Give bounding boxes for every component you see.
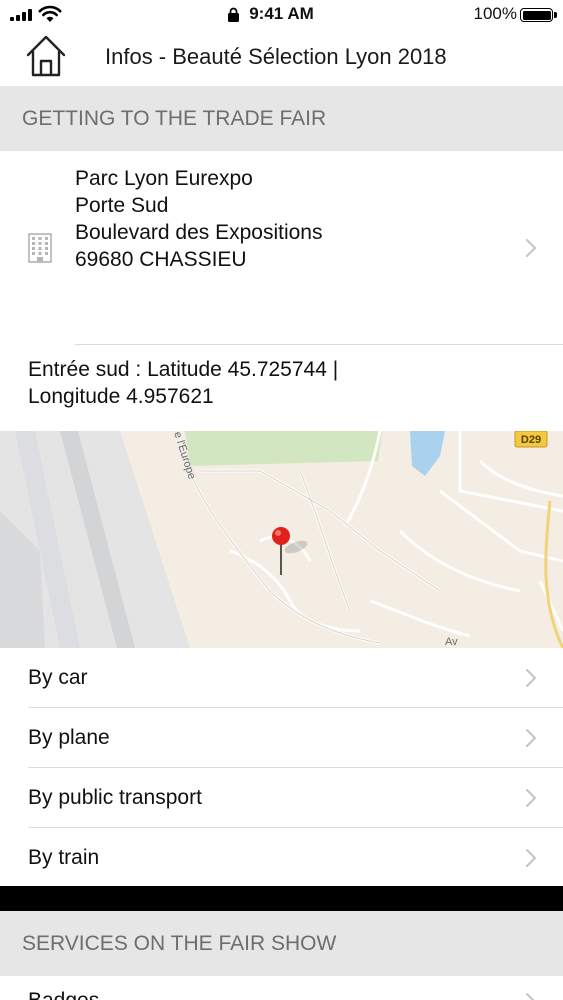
road-label-d29: D29: [521, 434, 541, 446]
section-header-getting-there: GETTING TO THE TRADE FAIR: [0, 86, 563, 151]
address-line-1: Parc Lyon Eurexpo: [75, 167, 253, 190]
home-icon[interactable]: [26, 35, 66, 77]
battery-icon: [520, 8, 557, 22]
address-cell[interactable]: Parc Lyon Eurexpo Porte Sud Boulevard de…: [0, 151, 563, 345]
option-label: By public transport: [28, 786, 202, 809]
location-map[interactable]: D29 e l'Europe Av: [0, 431, 563, 648]
option-by-plane[interactable]: By plane: [0, 708, 563, 768]
status-bar: 9:41 AM 100%: [0, 0, 563, 30]
street-label-av: Av: [445, 636, 458, 648]
divider: [75, 344, 563, 345]
battery-fill: [522, 10, 551, 20]
option-label: By plane: [28, 726, 110, 749]
coordinates-line-1: Entrée sud : Latitude 45.725744 |: [28, 358, 339, 381]
section-header-services: SERVICES ON THE FAIR SHOW: [0, 911, 563, 976]
address-line-3: Boulevard des Expositions: [75, 221, 323, 244]
page-title: Infos - Beauté Sélection Lyon 2018: [105, 44, 447, 69]
option-badges[interactable]: Badges: [0, 976, 563, 1000]
coordinates-line-2: Longitude 4.957621: [28, 385, 214, 408]
address-line-2: Porte Sud: [75, 194, 169, 217]
option-by-train[interactable]: By train: [0, 828, 563, 886]
address-line-4: 69680 CHASSIEU: [75, 248, 247, 271]
chevron-right-icon: [526, 669, 536, 687]
section-separator: [0, 886, 563, 911]
chevron-right-icon: [526, 239, 536, 257]
chevron-right-icon: [526, 729, 536, 747]
chevron-right-icon: [526, 993, 535, 1000]
option-by-car[interactable]: By car: [0, 648, 563, 708]
battery-percent: 100%: [473, 4, 517, 23]
option-label: By car: [28, 666, 88, 689]
navigation-bar: Infos - Beauté Sélection Lyon 2018: [0, 30, 563, 86]
address-text: Parc Lyon Eurexpo Porte Sud Boulevard de…: [75, 165, 322, 273]
building-icon: [28, 233, 52, 263]
entrance-coordinates: Entrée sud : Latitude 45.725744 | Longit…: [28, 356, 548, 410]
option-label: By train: [28, 846, 100, 869]
chevron-right-icon: [526, 789, 536, 807]
option-by-public-transport[interactable]: By public transport: [0, 768, 563, 828]
option-label: Badges: [28, 989, 99, 1000]
chevron-right-icon: [526, 849, 536, 867]
